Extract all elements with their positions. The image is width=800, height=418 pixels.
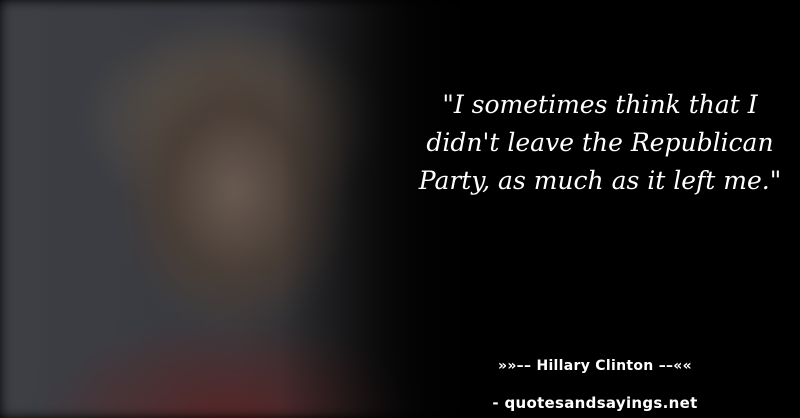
quote-text: "I sometimes think that I didn't leave t… xyxy=(418,90,782,195)
background-gradient-overlay xyxy=(0,0,800,418)
quote-author: »»–– Hillary Clinton ––«« xyxy=(497,358,692,374)
source-watermark: - quotesandsayings.net xyxy=(492,394,698,412)
